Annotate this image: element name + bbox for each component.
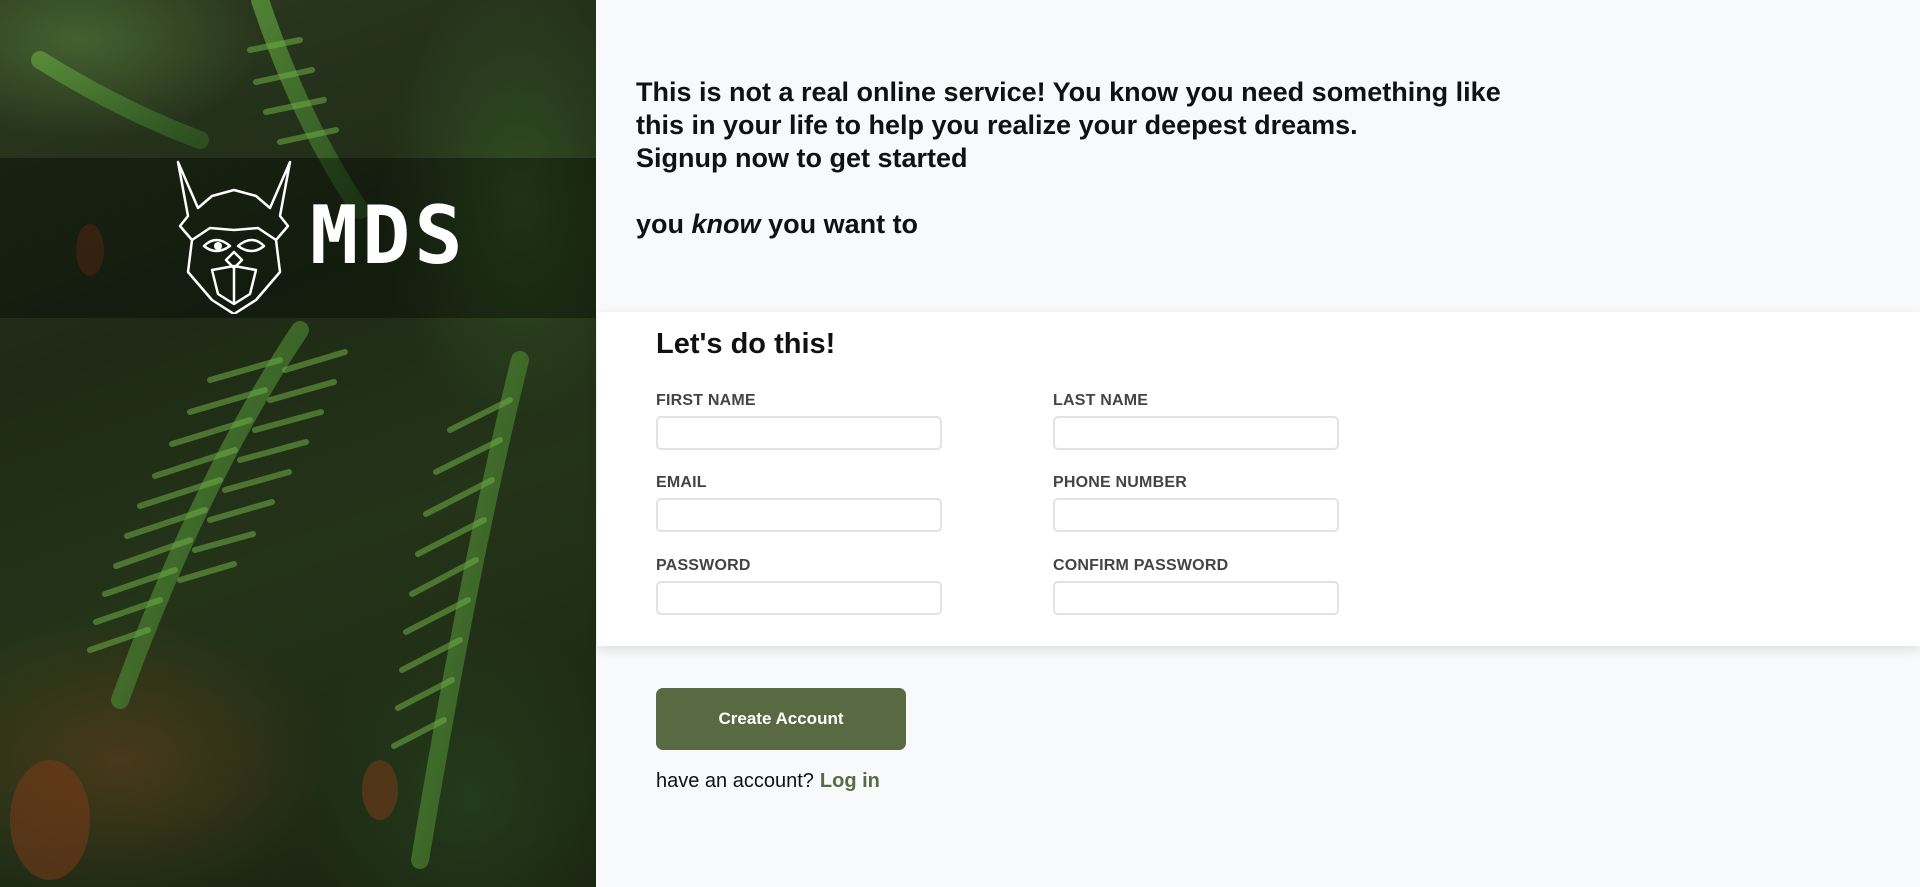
viking-helmet-face-icon xyxy=(176,160,292,314)
first-name-input[interactable] xyxy=(656,416,942,450)
last-name-label: LAST NAME xyxy=(1053,392,1149,409)
last-name-group: LAST NAME xyxy=(1053,392,1339,450)
logo-band xyxy=(0,158,596,318)
login-prompt: have an account? Log in xyxy=(656,770,880,793)
login-link[interactable]: Log in xyxy=(820,770,880,792)
intro-line-3: Signup now to get started xyxy=(636,143,968,173)
phone-label: PHONE NUMBER xyxy=(1053,474,1187,491)
email-input[interactable] xyxy=(656,498,942,532)
signup-form-card: Let's do this! FIRST NAME LAST NAME EMAI… xyxy=(597,312,1920,646)
email-group: EMAIL xyxy=(656,474,942,532)
tagline-post: you want to xyxy=(768,209,919,239)
confirm-password-group: CONFIRM PASSWORD xyxy=(1053,557,1339,615)
intro-line-2: this in your life to help you realize yo… xyxy=(636,110,1358,140)
phone-group: PHONE NUMBER xyxy=(1053,474,1339,532)
tagline-emphasis: know xyxy=(691,209,761,239)
first-name-label: FIRST NAME xyxy=(656,392,756,409)
tagline: you know you want to xyxy=(636,208,1596,241)
form-heading: Let's do this! xyxy=(656,328,836,360)
password-input[interactable] xyxy=(656,581,942,615)
last-name-input[interactable] xyxy=(1053,416,1339,450)
fern-background-art xyxy=(10,0,529,880)
tagline-pre: you xyxy=(636,209,685,239)
intro-text: This is not a real online service! You k… xyxy=(636,76,1596,241)
email-label: EMAIL xyxy=(656,474,707,491)
confirm-password-input[interactable] xyxy=(1053,581,1339,615)
login-prompt-text: have an account? xyxy=(656,770,814,792)
brand-wordmark: MDS xyxy=(310,189,467,282)
password-label: PASSWORD xyxy=(656,557,751,574)
password-group: PASSWORD xyxy=(656,557,942,615)
confirm-password-label: CONFIRM PASSWORD xyxy=(1053,557,1229,574)
first-name-group: FIRST NAME xyxy=(656,392,942,450)
intro-line-1: This is not a real online service! You k… xyxy=(636,77,1501,107)
sidebar-fern-image: MDS xyxy=(0,0,596,887)
phone-input[interactable] xyxy=(1053,498,1339,532)
create-account-button[interactable]: Create Account xyxy=(656,688,906,750)
